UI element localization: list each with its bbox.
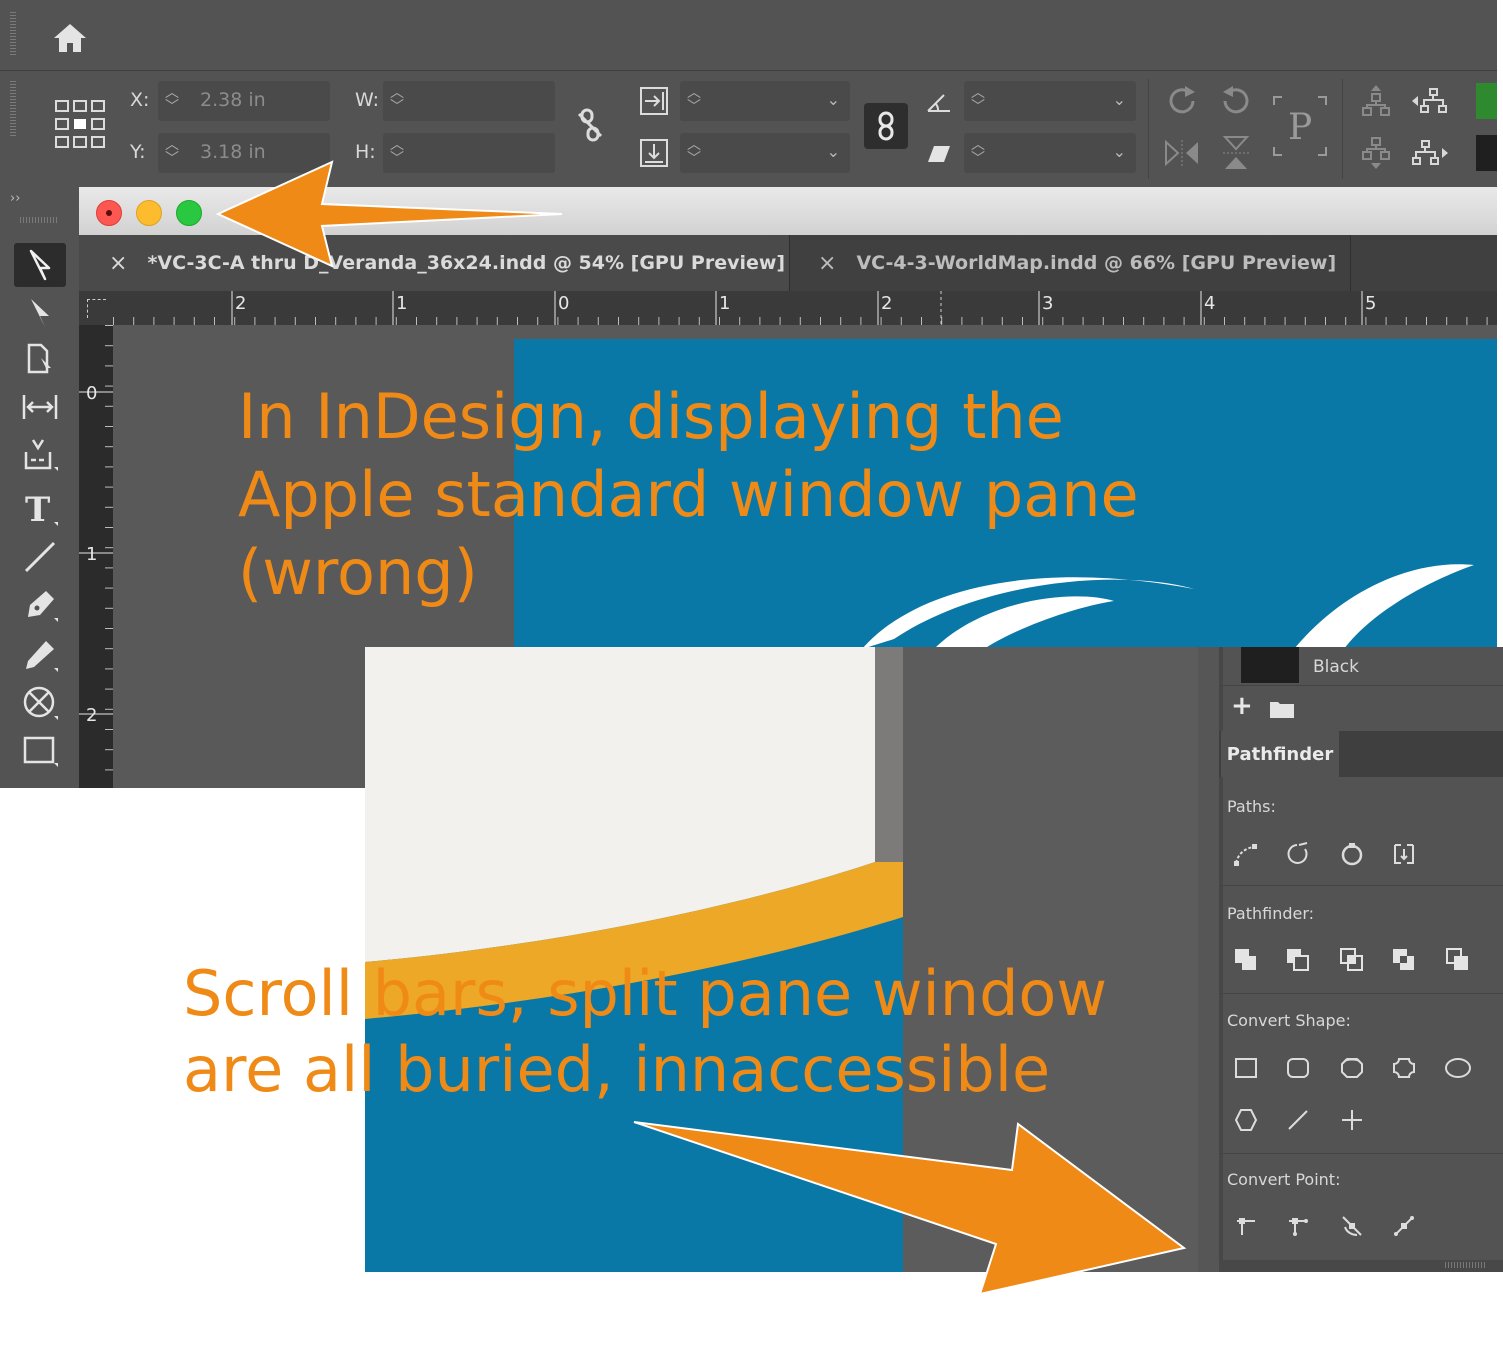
annotation-arrows [215,160,1187,1296]
arrow-to-window-buttons-icon [215,160,563,268]
arrow-to-buried-scrollbar-icon [633,1121,1187,1296]
